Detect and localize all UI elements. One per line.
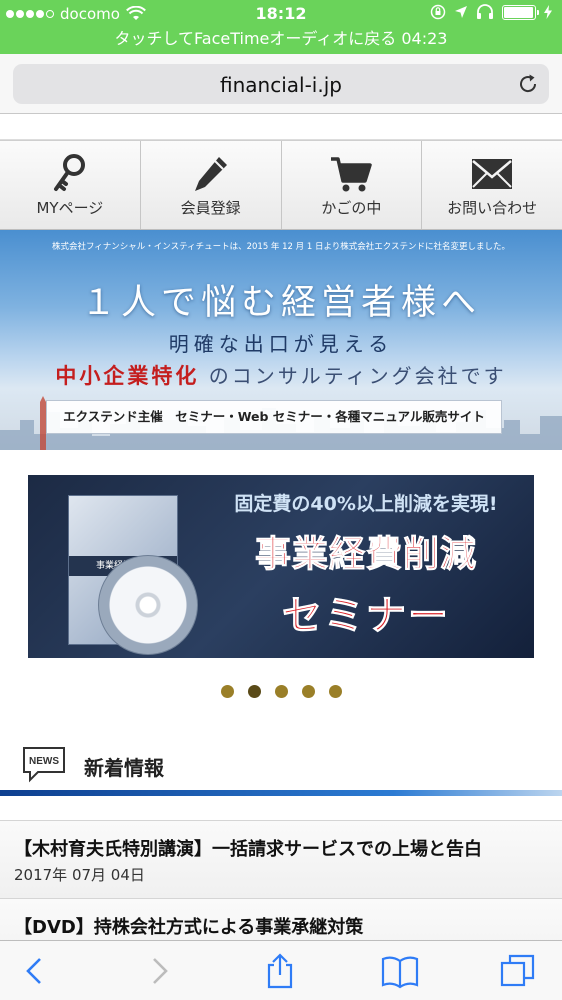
news-divider <box>0 790 562 796</box>
tabs-icon[interactable] <box>498 953 538 989</box>
hero-subhead: 明確な出口が見える <box>168 332 394 356</box>
seminar-carousel-slide[interactable]: 事業経費削減 固定費の40%以上削減を実現! 事業経費削減 セミナー <box>28 475 534 658</box>
nav-label: MYページ <box>36 199 104 217</box>
carousel-dot[interactable] <box>220 685 234 698</box>
key-icon <box>53 154 85 191</box>
nav-label: 会員登録 <box>180 199 241 217</box>
banner-tagline: 固定費の40%以上削減を実現! <box>234 493 498 515</box>
browser-address-bar: financial-i.jp <box>0 54 562 114</box>
carousel-pagination <box>0 685 562 698</box>
hero-tagline-rest: のコンサルティング会社です <box>208 364 507 388</box>
banner-title-line1: 事業経費削減 <box>254 534 477 576</box>
news-icon: NEWS <box>23 747 65 783</box>
dvd-disc-image <box>98 555 198 655</box>
nav-cart[interactable]: かごの中 <box>282 141 423 229</box>
cart-icon <box>331 157 373 192</box>
news-heading: 新着情報 <box>84 756 164 780</box>
facetime-banner-text: タッチしてFaceTimeオーディオに戻る 04:23 <box>114 29 448 48</box>
forward-arrow-icon[interactable] <box>138 953 178 989</box>
hero-tagline: 中小企業特化 のコンサルティング会社です <box>0 360 562 390</box>
carousel-dot[interactable] <box>247 685 261 698</box>
carousel-dot[interactable] <box>301 685 315 698</box>
banner-title-line2: セミナー <box>282 593 450 640</box>
site-nav: MYページ 会員登録 かごの中 お問い合わせ <box>0 140 562 230</box>
news-item[interactable]: 【木村育夫氏特別講演】一括請求サービスでの上場と告白 2017年 07月 04日 <box>0 820 562 898</box>
status-bar: docomo 18:12 <box>0 0 562 28</box>
headphones-icon <box>477 4 493 19</box>
orientation-lock-icon <box>430 4 446 20</box>
news-icon-label: NEWS <box>29 756 59 767</box>
browser-toolbar <box>0 940 562 1000</box>
nav-label: かごの中 <box>321 199 382 217</box>
header-spacer <box>0 114 562 140</box>
share-icon[interactable] <box>260 953 300 989</box>
company-rename-notice: 株式会社フィナンシャル・インスティチュートは、2015 年 12 月 1 日より… <box>51 242 511 252</box>
nav-contact[interactable]: お問い合わせ <box>422 141 562 229</box>
charging-bolt-icon <box>544 5 552 19</box>
nav-my-page[interactable]: MYページ <box>0 141 141 229</box>
carousel-dot[interactable] <box>274 685 288 698</box>
bookmarks-icon[interactable] <box>380 953 420 989</box>
news-item-date: 2017年 07月 04日 <box>14 866 145 884</box>
battery-icon <box>502 4 539 20</box>
url-field[interactable]: financial-i.jp <box>13 64 549 104</box>
news-section-header: NEWS 新着情報 <box>0 738 562 790</box>
pencil-icon <box>194 157 227 191</box>
envelope-icon <box>472 159 513 189</box>
facetime-return-banner[interactable]: タッチしてFaceTimeオーディオに戻る 04:23 <box>0 28 562 54</box>
location-arrow-icon <box>455 6 467 18</box>
back-arrow-icon[interactable] <box>16 953 56 989</box>
news-item-title: 【DVD】持株会社方式による事業承継対策 <box>14 917 364 938</box>
hero-tagline-highlight: 中小企業特化 <box>55 363 200 388</box>
nav-register[interactable]: 会員登録 <box>141 141 282 229</box>
news-item-title: 【木村育夫氏特別講演】一括請求サービスでの上場と告白 <box>14 839 482 860</box>
reload-icon[interactable] <box>517 73 539 95</box>
carousel-dot[interactable] <box>328 685 342 698</box>
url-text: financial-i.jp <box>220 73 342 97</box>
hero-banner[interactable]: 株式会社フィナンシャル・インスティチュートは、2015 年 12 月 1 日より… <box>0 230 562 450</box>
hero-site-description: エクステンド主催 セミナー・Web セミナー・各種マニュアル販売サイト <box>46 400 502 434</box>
nav-label: お問い合わせ <box>447 199 538 217</box>
hero-headline: １人で悩む経営者様へ <box>80 283 481 323</box>
